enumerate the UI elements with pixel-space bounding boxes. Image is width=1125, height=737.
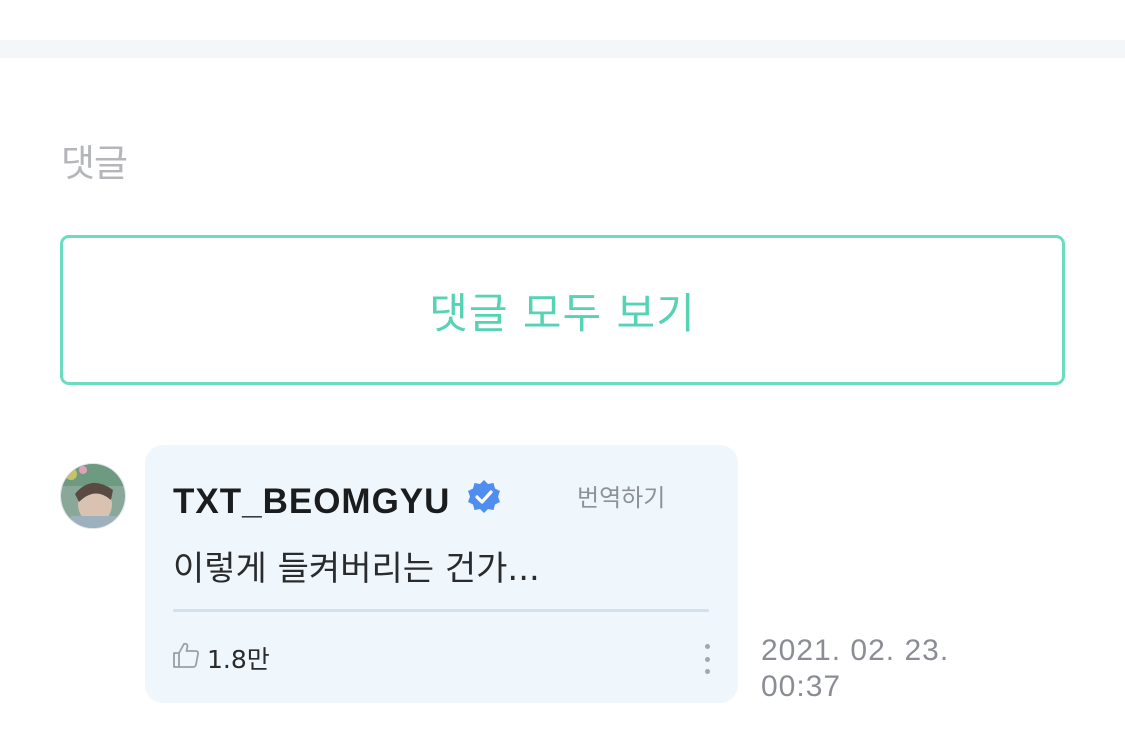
comment-text: 이렇게 들켜버리는 건가... xyxy=(173,549,540,589)
translate-button[interactable]: 번역하기 xyxy=(577,478,665,513)
comment-bubble: TXT_BEOMGYU 번역하기 이렇게 들켜버리는 건가... 1.8만 xyxy=(145,445,738,703)
more-vertical-icon xyxy=(704,644,710,649)
section-divider xyxy=(0,40,1125,58)
like-count: 1.8만 xyxy=(207,645,270,674)
comments-section-title: 댓글 xyxy=(61,142,128,185)
comment-divider xyxy=(173,609,709,612)
comment-author[interactable]: TXT_BEOMGYU xyxy=(173,482,450,522)
avatar-image xyxy=(61,464,125,528)
comment-time: 00:37 xyxy=(761,670,842,703)
thumbs-up-icon[interactable] xyxy=(171,640,201,670)
comment-date: 2021. 02. 23. xyxy=(761,634,950,667)
comment-timestamp: 2021. 02. 23. 00:37 xyxy=(761,633,981,705)
more-options-button[interactable] xyxy=(700,644,714,674)
view-all-comments-button[interactable]: 댓글 모두 보기 xyxy=(60,235,1065,385)
verified-badge-icon xyxy=(468,480,500,513)
avatar[interactable] xyxy=(60,463,126,529)
